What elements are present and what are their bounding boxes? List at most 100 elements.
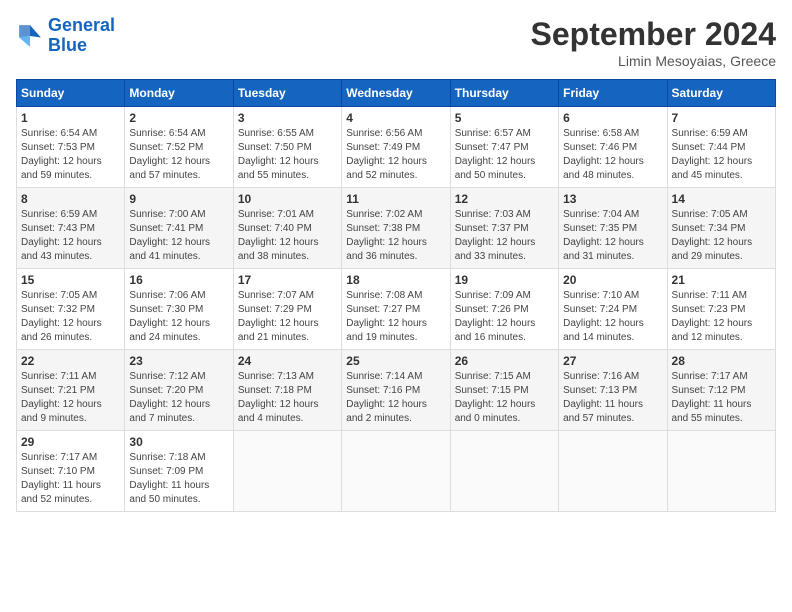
day-cell-1: 1 Sunrise: 6:54 AM Sunset: 7:53 PM Daylig…: [17, 107, 125, 188]
empty-cell: [450, 431, 558, 512]
day-cell-24: 24 Sunrise: 7:13 AM Sunset: 7:18 PM Dayli…: [233, 350, 341, 431]
day-info: Sunrise: 7:17 AM Sunset: 7:10 PM Dayligh…: [21, 451, 120, 507]
day-cell-7: 7 Sunrise: 6:59 AM Sunset: 7:44 PM Daylig…: [667, 107, 775, 188]
day-info: Sunrise: 7:05 AM Sunset: 7:34 PM Dayligh…: [672, 208, 771, 264]
day-cell-29: 29 Sunrise: 7:17 AM Sunset: 7:10 PM Dayli…: [17, 431, 125, 512]
day-number: 10: [238, 192, 337, 206]
day-cell-14: 14 Sunrise: 7:05 AM Sunset: 7:34 PM Dayli…: [667, 188, 775, 269]
day-cell-22: 22 Sunrise: 7:11 AM Sunset: 7:21 PM Dayli…: [17, 350, 125, 431]
day-cell-5: 5 Sunrise: 6:57 AM Sunset: 7:47 PM Daylig…: [450, 107, 558, 188]
day-cell-19: 19 Sunrise: 7:09 AM Sunset: 7:26 PM Dayli…: [450, 269, 558, 350]
day-number: 5: [455, 111, 554, 125]
day-number: 1: [21, 111, 120, 125]
day-cell-20: 20 Sunrise: 7:10 AM Sunset: 7:24 PM Dayli…: [559, 269, 667, 350]
col-header-friday: Friday: [559, 80, 667, 107]
calendar-table: SundayMondayTuesdayWednesdayThursdayFrid…: [16, 79, 776, 512]
logo-icon: [16, 22, 44, 50]
day-cell-3: 3Sunrise: 6:55 AM Sunset: 7:50 PM Daylig…: [233, 107, 341, 188]
day-number: 14: [672, 192, 771, 206]
day-number: 17: [238, 273, 337, 287]
day-number: 8: [21, 192, 120, 206]
day-info: Sunrise: 7:10 AM Sunset: 7:24 PM Dayligh…: [563, 289, 662, 345]
day-info: Sunrise: 7:08 AM Sunset: 7:27 PM Dayligh…: [346, 289, 445, 345]
day-info: Sunrise: 7:04 AM Sunset: 7:35 PM Dayligh…: [563, 208, 662, 264]
col-header-wednesday: Wednesday: [342, 80, 450, 107]
day-number: 13: [563, 192, 662, 206]
day-info: Sunrise: 7:09 AM Sunset: 7:26 PM Dayligh…: [455, 289, 554, 345]
day-cell-4: 4Sunrise: 6:56 AM Sunset: 7:49 PM Daylig…: [342, 107, 450, 188]
day-number: 25: [346, 354, 445, 368]
calendar-week-2: 8 Sunrise: 6:59 AM Sunset: 7:43 PM Daylig…: [17, 188, 776, 269]
month-title: September 2024: [531, 16, 776, 53]
col-header-monday: Monday: [125, 80, 233, 107]
day-cell-25: 25 Sunrise: 7:14 AM Sunset: 7:16 PM Dayli…: [342, 350, 450, 431]
day-cell-8: 8 Sunrise: 6:59 AM Sunset: 7:43 PM Daylig…: [17, 188, 125, 269]
day-info: Sunrise: 7:00 AM Sunset: 7:41 PM Dayligh…: [129, 208, 228, 264]
day-number: 23: [129, 354, 228, 368]
day-number: 26: [455, 354, 554, 368]
day-number: 12: [455, 192, 554, 206]
day-number: 6: [563, 111, 662, 125]
day-info: Sunrise: 6:54 AM Sunset: 7:53 PM Dayligh…: [21, 127, 120, 183]
day-cell-18: 18 Sunrise: 7:08 AM Sunset: 7:27 PM Dayli…: [342, 269, 450, 350]
logo: General Blue: [16, 16, 115, 56]
empty-cell: [559, 431, 667, 512]
day-number: 18: [346, 273, 445, 287]
day-info: Sunrise: 7:02 AM Sunset: 7:38 PM Dayligh…: [346, 208, 445, 264]
day-info: Sunrise: 6:59 AM Sunset: 7:43 PM Dayligh…: [21, 208, 120, 264]
col-header-tuesday: Tuesday: [233, 80, 341, 107]
day-number: 19: [455, 273, 554, 287]
col-header-sunday: Sunday: [17, 80, 125, 107]
day-info: Sunrise: 7:07 AM Sunset: 7:29 PM Dayligh…: [238, 289, 337, 345]
day-cell-9: 9 Sunrise: 7:00 AM Sunset: 7:41 PM Daylig…: [125, 188, 233, 269]
empty-cell: [342, 431, 450, 512]
day-number: 7: [672, 111, 771, 125]
calendar-week-3: 15 Sunrise: 7:05 AM Sunset: 7:32 PM Dayli…: [17, 269, 776, 350]
day-info: Sunrise: 7:14 AM Sunset: 7:16 PM Dayligh…: [346, 370, 445, 426]
day-cell-26: 26 Sunrise: 7:15 AM Sunset: 7:15 PM Dayli…: [450, 350, 558, 431]
logo-text: General Blue: [48, 16, 115, 56]
day-number: 22: [21, 354, 120, 368]
day-cell-28: 28Sunrise: 7:17 AM Sunset: 7:12 PM Dayli…: [667, 350, 775, 431]
day-info: Sunrise: 7:12 AM Sunset: 7:20 PM Dayligh…: [129, 370, 228, 426]
calendar-week-4: 22 Sunrise: 7:11 AM Sunset: 7:21 PM Dayli…: [17, 350, 776, 431]
day-info: Sunrise: 7:13 AM Sunset: 7:18 PM Dayligh…: [238, 370, 337, 426]
day-cell-11: 11 Sunrise: 7:02 AM Sunset: 7:38 PM Dayli…: [342, 188, 450, 269]
day-cell-23: 23 Sunrise: 7:12 AM Sunset: 7:20 PM Dayli…: [125, 350, 233, 431]
day-info: Sunrise: 7:17 AM Sunset: 7:12 PM Dayligh…: [672, 370, 771, 426]
day-info: Sunrise: 7:03 AM Sunset: 7:37 PM Dayligh…: [455, 208, 554, 264]
day-number: 2: [129, 111, 228, 125]
day-number: 9: [129, 192, 228, 206]
day-cell-30: 30 Sunrise: 7:18 AM Sunset: 7:09 PM Dayli…: [125, 431, 233, 512]
day-number: 16: [129, 273, 228, 287]
location: Limin Mesoyaias, Greece: [531, 53, 776, 69]
col-header-thursday: Thursday: [450, 80, 558, 107]
day-info: Sunrise: 7:15 AM Sunset: 7:15 PM Dayligh…: [455, 370, 554, 426]
day-number: 15: [21, 273, 120, 287]
day-info: Sunrise: 6:59 AM Sunset: 7:44 PM Dayligh…: [672, 127, 771, 183]
day-info: Sunrise: 7:18 AM Sunset: 7:09 PM Dayligh…: [129, 451, 228, 507]
day-info: Sunrise: 7:05 AM Sunset: 7:32 PM Dayligh…: [21, 289, 120, 345]
day-cell-6: 6Sunrise: 6:58 AM Sunset: 7:46 PM Daylig…: [559, 107, 667, 188]
day-number: 29: [21, 435, 120, 449]
day-info: Sunrise: 7:01 AM Sunset: 7:40 PM Dayligh…: [238, 208, 337, 264]
day-number: 30: [129, 435, 228, 449]
day-number: 24: [238, 354, 337, 368]
day-number: 20: [563, 273, 662, 287]
calendar-week-5: 29 Sunrise: 7:17 AM Sunset: 7:10 PM Dayli…: [17, 431, 776, 512]
day-number: 3: [238, 111, 337, 125]
page-header: General Blue September 2024 Limin Mesoya…: [16, 16, 776, 69]
day-cell-15: 15 Sunrise: 7:05 AM Sunset: 7:32 PM Dayli…: [17, 269, 125, 350]
day-info: Sunrise: 7:16 AM Sunset: 7:13 PM Dayligh…: [563, 370, 662, 426]
day-info: Sunrise: 6:57 AM Sunset: 7:47 PM Dayligh…: [455, 127, 554, 183]
day-number: 27: [563, 354, 662, 368]
day-cell-10: 10 Sunrise: 7:01 AM Sunset: 7:40 PM Dayli…: [233, 188, 341, 269]
title-block: September 2024 Limin Mesoyaias, Greece: [531, 16, 776, 69]
day-number: 11: [346, 192, 445, 206]
day-cell-21: 21Sunrise: 7:11 AM Sunset: 7:23 PM Dayli…: [667, 269, 775, 350]
day-info: Sunrise: 7:11 AM Sunset: 7:21 PM Dayligh…: [21, 370, 120, 426]
empty-cell: [233, 431, 341, 512]
day-cell-17: 17 Sunrise: 7:07 AM Sunset: 7:29 PM Dayli…: [233, 269, 341, 350]
day-info: Sunrise: 7:06 AM Sunset: 7:30 PM Dayligh…: [129, 289, 228, 345]
day-cell-12: 12 Sunrise: 7:03 AM Sunset: 7:37 PM Dayli…: [450, 188, 558, 269]
